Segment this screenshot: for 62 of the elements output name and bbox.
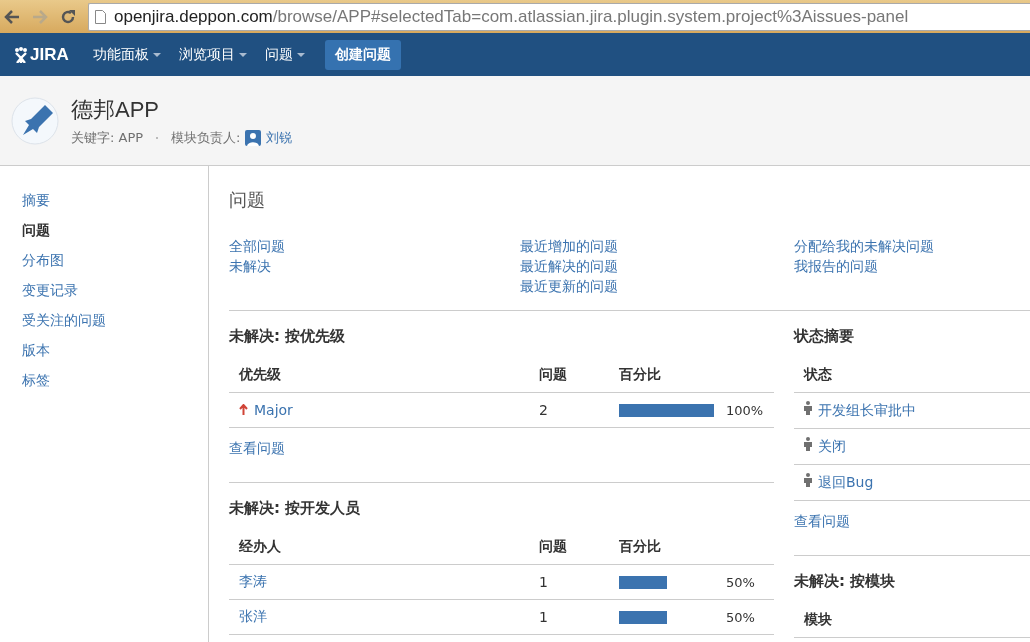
- nav-menu[interactable]: 功能面板: [86, 41, 167, 68]
- column-header: 经办人: [229, 530, 529, 565]
- filter-link[interactable]: 最近增加的问题: [520, 236, 794, 256]
- sidebar-item[interactable]: 摘要: [22, 190, 50, 210]
- lead-link[interactable]: 刘锐: [266, 128, 293, 147]
- column-header: 优先级: [229, 358, 529, 393]
- status-link[interactable]: 关闭: [818, 438, 846, 454]
- percent-value: 50%: [726, 574, 755, 590]
- filter-link[interactable]: 最近解决的问题: [520, 256, 794, 276]
- row-link[interactable]: Major: [254, 402, 293, 418]
- column-header: 百分比: [609, 530, 774, 565]
- column-header: 模块: [794, 603, 1030, 638]
- section-heading: 未解决: 按开发人员: [229, 499, 362, 518]
- reload-icon[interactable]: [60, 8, 76, 25]
- jira-logo[interactable]: JIRA: [14, 44, 69, 65]
- rocket-avatar-icon: [11, 96, 59, 145]
- sidebar-item[interactable]: 受关注的问题: [22, 310, 106, 330]
- section-title: 问题: [229, 188, 266, 212]
- status-link[interactable]: 开发组长审批中: [818, 402, 916, 418]
- section-heading: 未解决: 按优先级: [229, 327, 347, 346]
- filter-link[interactable]: 我报告的问题: [794, 256, 934, 276]
- person-icon: [804, 401, 812, 415]
- key-label: 关键字: APP: [71, 128, 144, 147]
- column-header: 百分比: [609, 358, 774, 393]
- person-icon: [804, 473, 812, 487]
- filter-link[interactable]: 未解决: [229, 256, 520, 276]
- up-arrow-icon: [239, 404, 248, 415]
- person-icon: [804, 437, 812, 451]
- nav-menu[interactable]: 浏览项目: [172, 41, 253, 68]
- address-bar[interactable]: openjira.deppon.com/browse/APP#selectedTab=com.atlassian.jira.plugin.system.project%3Aissues-panel: [88, 2, 1030, 31]
- table-cell: 1: [529, 564, 609, 600]
- section-heading: 状态摘要: [794, 327, 855, 346]
- table-cell: 1: [529, 599, 609, 635]
- filter-link[interactable]: 全部问题: [229, 236, 520, 256]
- nav-menu[interactable]: 问题: [258, 41, 311, 68]
- view-issues-link[interactable]: 查看问题: [794, 513, 850, 531]
- lead-label: 模块负责人:: [171, 128, 241, 147]
- logo-icon: [14, 46, 28, 63]
- sidebar-item[interactable]: 分布图: [22, 250, 64, 270]
- column-header: 问题: [529, 530, 609, 565]
- sidebar-item[interactable]: 变更记录: [22, 280, 78, 300]
- url-text: openjira.deppon.com/browse/APP#selectedTab=com.atlassian.jira.plugin.system.project%3Aissues-panel: [114, 6, 909, 27]
- table-cell: 2: [529, 392, 609, 428]
- sidebar-item[interactable]: 版本: [22, 340, 50, 360]
- column-header: 问题: [529, 358, 609, 393]
- percent-value: 100%: [726, 402, 764, 418]
- sidebar-item[interactable]: 问题: [22, 220, 50, 240]
- view-issues-link[interactable]: 查看问题: [229, 440, 285, 458]
- status-link[interactable]: 退回Bug: [818, 474, 874, 490]
- section-heading: 未解决: 按模块: [794, 572, 897, 591]
- create-issue-button[interactable]: 创建问题: [324, 39, 401, 70]
- sidebar-item[interactable]: 标签: [22, 370, 50, 390]
- column-header: 状态: [794, 358, 1030, 393]
- back-icon[interactable]: [4, 9, 20, 24]
- row-link[interactable]: 张洋: [239, 608, 267, 624]
- filter-link[interactable]: 分配给我的未解决问题: [794, 236, 934, 256]
- user-avatar-icon: [245, 129, 262, 146]
- filter-link[interactable]: 最近更新的问题: [520, 276, 794, 296]
- page-icon: [95, 9, 106, 24]
- row-link[interactable]: 李涛: [239, 573, 267, 589]
- project-name: 德邦APP: [71, 95, 161, 124]
- percent-value: 50%: [726, 609, 755, 625]
